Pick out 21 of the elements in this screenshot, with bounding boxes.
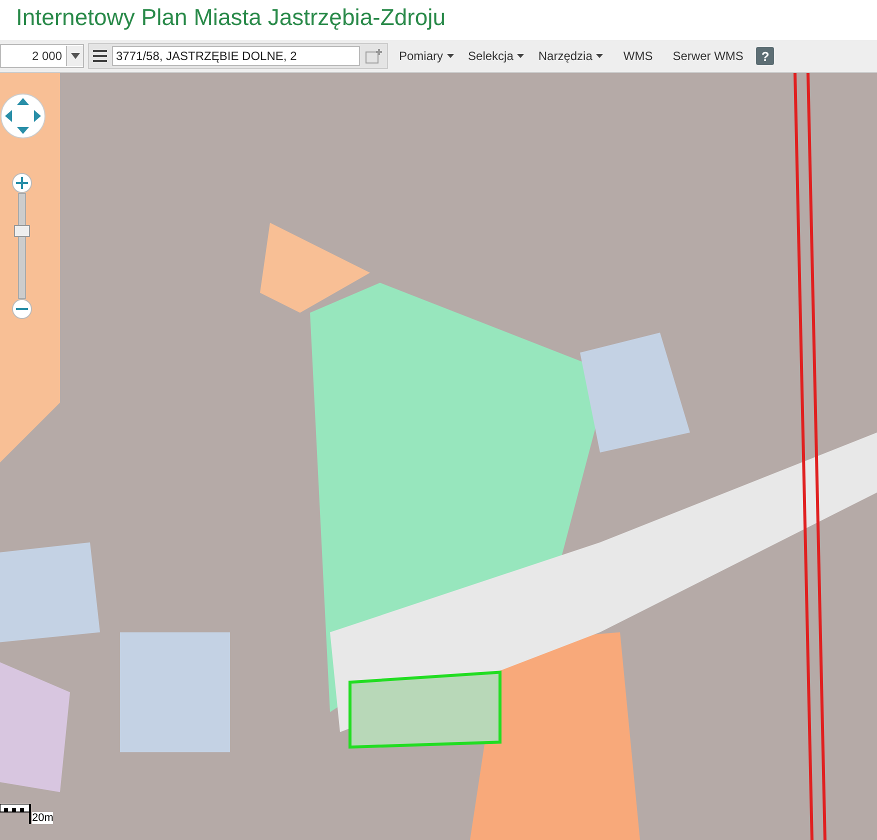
slider-thumb[interactable] [14, 225, 30, 238]
menu-icon[interactable] [93, 50, 107, 62]
menu-link[interactable]: Serwer WMS [670, 47, 746, 65]
caret-icon[interactable] [70, 53, 80, 59]
scale-select[interactable]: 2 000 [0, 44, 84, 68]
menu-button[interactable]: Selekcja [465, 47, 528, 65]
menu-button[interactable]: Pomiary [396, 47, 458, 65]
pan-control[interactable] [0, 93, 46, 139]
page-title: Internetowy Plan Miasta Jastrzębia-Zdroju [16, 3, 446, 32]
plus-icon [16, 177, 28, 189]
caret-icon [596, 54, 604, 58]
menu-link[interactable]: WMS [620, 47, 656, 65]
add-icon[interactable] [365, 48, 383, 64]
caret-icon [517, 54, 524, 58]
help-button[interactable]: ? [756, 47, 774, 65]
map-view[interactable]: 20m [0, 73, 877, 840]
scale-bar-icon [0, 804, 32, 824]
scale-label: 20m [32, 812, 54, 824]
caret-icon [447, 54, 454, 58]
menu-button[interactable]: Narzędzia [535, 47, 606, 65]
search-field[interactable]: 3771/58, JASTRZĘBIE DOLNE, 2 [112, 46, 360, 66]
